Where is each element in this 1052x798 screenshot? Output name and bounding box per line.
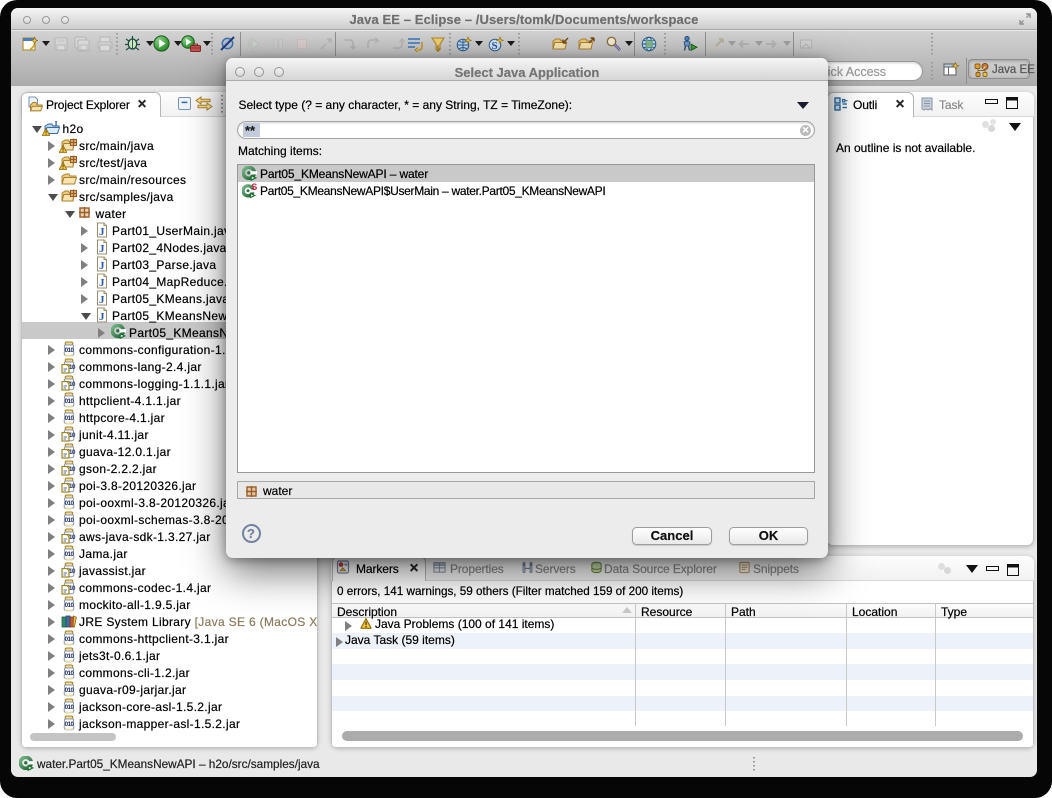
svg-text:S: S: [492, 40, 498, 52]
